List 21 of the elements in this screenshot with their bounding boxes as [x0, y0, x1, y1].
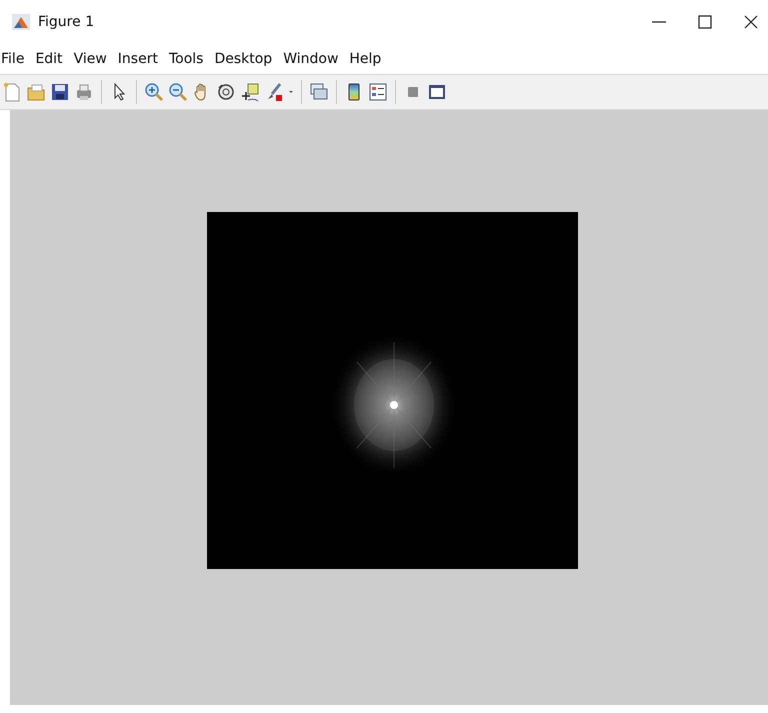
window-title: Figure 1	[38, 14, 94, 30]
zoom-in-icon[interactable]	[144, 82, 164, 102]
window-frame-icon[interactable]	[427, 82, 447, 102]
close-icon[interactable]	[744, 15, 758, 29]
menu-item[interactable]: File	[0, 51, 30, 67]
app-icon	[12, 14, 30, 30]
rotate-icon[interactable]	[216, 82, 236, 102]
menu-item[interactable]: View	[74, 51, 113, 67]
menu-item[interactable]: Window	[283, 51, 344, 67]
menu-item[interactable]: Help	[349, 51, 388, 67]
zoom-out-icon[interactable]	[168, 82, 188, 102]
maximize-icon[interactable]	[698, 15, 712, 29]
data-cursor-icon[interactable]	[240, 82, 260, 102]
menu-item[interactable]: Insert	[118, 51, 164, 67]
new-file-icon[interactable]	[2, 82, 22, 102]
menu-item[interactable]: Tools	[168, 51, 210, 67]
menu-item[interactable]: Edit	[35, 51, 69, 67]
save-icon[interactable]	[50, 82, 70, 102]
menu-item[interactable]: Desktop	[214, 51, 278, 67]
link-plot-icon[interactable]	[309, 82, 329, 102]
legend-icon[interactable]	[368, 82, 388, 102]
